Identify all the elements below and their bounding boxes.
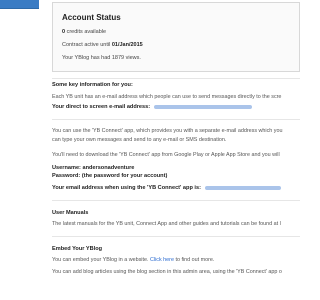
connect-email-value[interactable] <box>204 185 281 190</box>
credits-suffix: credits available <box>65 29 107 35</box>
embed-line-1-suffix: to find out more. <box>173 257 215 263</box>
key-info-heading: Some key information for you: <box>52 82 133 88</box>
contract-prefix: Contract active until <box>62 42 112 48</box>
direct-email-row: Your direct to screen e-mail address: <box>52 104 253 110</box>
main-content: Some key information for you: Each YB un… <box>52 78 300 300</box>
direct-email-value[interactable] <box>154 104 253 109</box>
divider <box>52 236 300 237</box>
left-sidebar <box>0 0 50 300</box>
connect-line-1: You can use the 'YB Connect' app, which … <box>52 128 283 134</box>
views-line: Your YBlog has had 1879 views. <box>62 55 141 61</box>
embed-line-1: You can embed your YBlog in a website. C… <box>52 257 214 263</box>
user-manuals-heading: User Manuals <box>52 210 89 216</box>
embed-line-2: You can add blog articles using the blog… <box>52 269 282 275</box>
embed-heading: Embed Your YBlog <box>52 246 103 252</box>
direct-email-label: Your direct to screen e-mail address: <box>52 104 151 110</box>
divider <box>52 119 300 120</box>
embed-line-1-prefix: You can embed your YBlog in a website. <box>52 257 150 263</box>
connect-line-2: can type your own messages and send to a… <box>52 137 227 143</box>
contract-line: Contract active until 01/Jan/2015 <box>62 42 143 48</box>
password-label: Password: (the password for your account… <box>52 173 168 179</box>
account-status-panel: Account Status 0 credits available Contr… <box>52 2 300 72</box>
contract-date: 01/Jan/2015 <box>111 42 143 48</box>
connect-email-row: Your email address when using the 'YB Co… <box>52 185 281 191</box>
divider <box>52 78 300 79</box>
divider <box>52 200 300 201</box>
username-label: Username: andersonadventure <box>52 165 135 171</box>
embed-click-here-link[interactable]: Click here <box>150 257 174 263</box>
connect-email-label: Your email address when using the 'YB Co… <box>52 185 201 191</box>
user-manuals-text: The latest manuals for the YB unit, Conn… <box>52 221 281 227</box>
credits-line: 0 credits available <box>62 29 106 35</box>
key-info-intro: Each YB unit has an e-mail address which… <box>52 94 282 100</box>
account-status-title: Account Status <box>62 13 121 22</box>
connect-line-3: You'll need to download the 'YB Connect'… <box>52 152 280 158</box>
sidebar-nav-button[interactable] <box>0 0 39 9</box>
